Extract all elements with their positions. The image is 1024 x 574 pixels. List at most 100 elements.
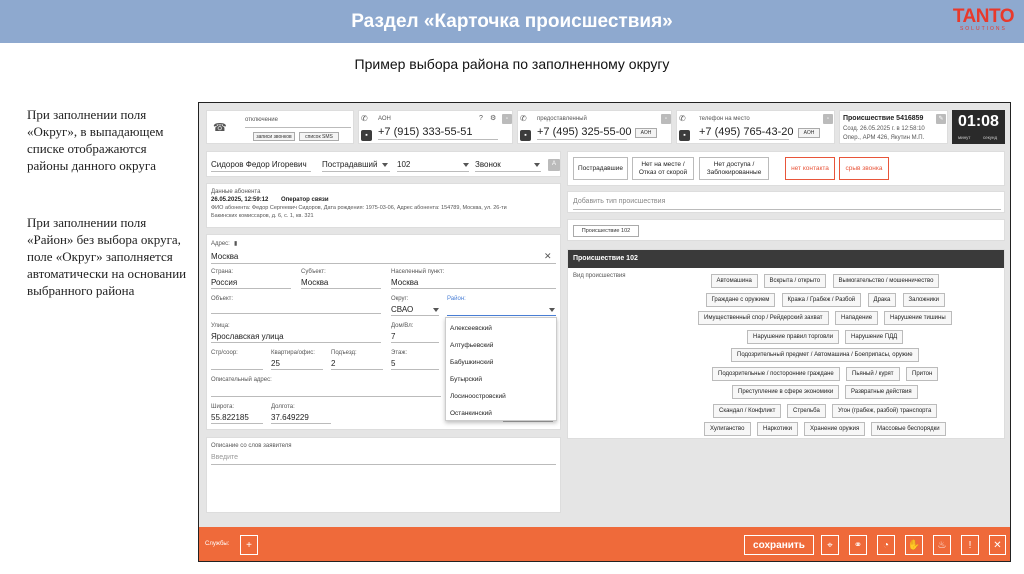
message-icon[interactable]: ▪ bbox=[361, 130, 372, 141]
incident-kind-tag[interactable]: Преступление в сфере экономики bbox=[732, 385, 840, 399]
phone-number[interactable]: +7 (495) 325-55-00 bbox=[537, 126, 631, 138]
incident-kind-tag[interactable]: Нарушение ПДД bbox=[845, 329, 904, 344]
incident-kind-tag[interactable]: Заложники bbox=[902, 292, 945, 307]
message-icon[interactable]: ▪ bbox=[520, 130, 531, 141]
flat-field[interactable]: 25 bbox=[271, 359, 280, 368]
statement-input[interactable]: Введите bbox=[211, 454, 238, 461]
sms-list-button[interactable]: список SMS bbox=[299, 132, 339, 141]
chevron-down-icon[interactable] bbox=[382, 163, 388, 167]
aon-button[interactable]: АОН bbox=[798, 128, 820, 138]
country-field[interactable]: Россия bbox=[211, 278, 237, 287]
link-icon[interactable]: ⚭ bbox=[849, 535, 867, 555]
chevron-down-icon[interactable] bbox=[463, 163, 469, 167]
subject-label: Субъект: bbox=[301, 269, 326, 275]
incident-kind-tag[interactable]: Наркотики bbox=[757, 422, 798, 436]
lon-field[interactable]: 37.649229 bbox=[271, 413, 309, 422]
city-field[interactable]: Москва bbox=[391, 278, 418, 287]
person-name[interactable]: Сидоров Федор Игоревич bbox=[211, 160, 307, 169]
district-option[interactable]: Останкинский bbox=[450, 410, 492, 417]
city-label: Населенный пункт: bbox=[391, 269, 445, 275]
add-service-button[interactable]: + bbox=[240, 535, 258, 555]
house-field[interactable]: 7 bbox=[391, 332, 395, 341]
phone-number[interactable]: +7 (915) 333-55-51 bbox=[378, 126, 472, 138]
floor-field[interactable]: 5 bbox=[391, 359, 395, 368]
message-icon[interactable]: ▪ bbox=[679, 130, 690, 141]
incident-kind-tag[interactable]: Массовые беспорядки bbox=[871, 422, 946, 436]
incident-kind-tag[interactable]: Нарушение тишины bbox=[884, 311, 952, 325]
close-icon[interactable]: ✕ bbox=[989, 535, 1006, 555]
district-option[interactable]: Бутырский bbox=[450, 376, 482, 383]
settings-icon[interactable]: ⚙ bbox=[490, 114, 496, 124]
map-icon[interactable]: ▮ bbox=[234, 239, 237, 249]
building-label: Стр/соор: bbox=[211, 350, 238, 356]
no-contact-button[interactable]: нет контакта bbox=[785, 157, 835, 180]
entrance-field[interactable]: 2 bbox=[331, 359, 335, 368]
chevron-down-icon[interactable] bbox=[534, 163, 540, 167]
incident-kind-tag[interactable]: Вымогательство / мошенничество bbox=[832, 274, 940, 288]
chevron-down-icon[interactable] bbox=[549, 308, 555, 312]
incident-kind-tag[interactable]: Вскрыта / открыто bbox=[763, 274, 827, 288]
alert-message-icon[interactable]: ! bbox=[961, 535, 979, 555]
incident-kind-tag[interactable]: Кража / Грабеж / Разбой bbox=[781, 292, 862, 307]
rayon-select[interactable] bbox=[447, 315, 556, 316]
subject-field[interactable]: Москва bbox=[301, 278, 328, 287]
hand-icon[interactable]: ✋ bbox=[905, 535, 923, 555]
incident-kind-tag[interactable]: Подозрительные / посторонние граждане bbox=[712, 366, 840, 381]
incident-kind-tag[interactable]: Граждане с оружием bbox=[705, 292, 776, 307]
brand-logo: TANTO SOLUTIONS bbox=[952, 6, 1015, 32]
alarm-icon[interactable]: ♨ bbox=[933, 535, 951, 555]
copy-icon[interactable]: ▫ bbox=[823, 114, 833, 124]
district-option[interactable]: Алтуфьевский bbox=[450, 342, 493, 349]
call-dropped-button[interactable]: срыв звонка bbox=[839, 157, 889, 180]
chevron-down-icon[interactable] bbox=[433, 308, 439, 312]
incident-kind-tag[interactable]: Подозрительный предмет / Автомашина / Бо… bbox=[731, 348, 919, 362]
add-type-input[interactable]: Добавить тип происшествия bbox=[573, 198, 665, 205]
incident-kind-tag[interactable]: Скандал / Конфликт bbox=[713, 403, 782, 418]
okrug-select[interactable]: СВАО bbox=[391, 305, 413, 314]
incident-kind-tag[interactable]: Драка bbox=[867, 292, 897, 307]
phone-label: АОН bbox=[378, 116, 391, 122]
incident-kind-tag[interactable]: Хулиганство bbox=[704, 422, 751, 436]
edit-icon[interactable]: ✎ bbox=[936, 114, 946, 124]
help-icon[interactable]: ? bbox=[479, 114, 483, 124]
incident-kind-tag[interactable]: Угон (грабеж, разбой) транспорта bbox=[832, 403, 938, 418]
translate-icon[interactable]: A bbox=[548, 159, 560, 171]
incident-kind-tag[interactable]: Нарушение правил торговли bbox=[747, 329, 840, 344]
incident-kind-tag[interactable]: Пьяный / курят bbox=[846, 366, 900, 381]
district-option[interactable]: Бабушкинский bbox=[450, 359, 493, 366]
copy-icon[interactable]: ▫ bbox=[502, 114, 512, 124]
district-dropdown[interactable]: Алексеевский Алтуфьевский Бабушкинский Б… bbox=[445, 317, 557, 421]
incident-kind-tag[interactable]: Притон bbox=[906, 366, 939, 381]
incident-kind-tag[interactable]: Развратные действия bbox=[845, 385, 918, 399]
district-option[interactable]: Алексеевский bbox=[450, 325, 492, 332]
aon-button[interactable]: АОН bbox=[635, 128, 657, 138]
person-role[interactable]: Пострадавший bbox=[322, 160, 377, 169]
page-title: Раздел «Карточка происшествия» bbox=[351, 11, 673, 32]
absent-refusal-button[interactable]: Нет на месте / Отказ от скорой bbox=[632, 157, 694, 180]
close-icon[interactable]: ✕ bbox=[544, 251, 552, 261]
tab-incident-102[interactable]: Происшествие 102 bbox=[573, 225, 639, 237]
slide: Раздел «Карточка происшествия» TANTO SOL… bbox=[0, 0, 1024, 574]
incident-kind-tag[interactable]: Хранение оружия bbox=[804, 422, 866, 436]
copy-icon[interactable]: ▫ bbox=[661, 114, 671, 124]
district-option[interactable]: Лосиноостровский bbox=[450, 393, 506, 400]
incident-kind-tag[interactable]: Автомашина bbox=[710, 274, 758, 288]
call-records-button[interactable]: записи звонков bbox=[253, 132, 295, 141]
address-input[interactable]: Москва bbox=[211, 252, 238, 261]
logo-text: TANTO bbox=[952, 6, 1015, 27]
incident-kind-tag[interactable]: Стрельба bbox=[787, 403, 826, 418]
phone-hangup-icon[interactable]: ☎ bbox=[213, 123, 227, 134]
street-field[interactable]: Ярославская улица bbox=[211, 332, 284, 341]
person-num[interactable]: 102 bbox=[397, 160, 410, 169]
incident-kind-tag[interactable]: Имущественный спор / Рейдерский захват bbox=[698, 311, 829, 325]
save-button[interactable]: сохранить bbox=[744, 535, 814, 555]
no-access-button[interactable]: Нет доступа / Заблокированные bbox=[699, 157, 769, 180]
victims-button[interactable]: Пострадавшие bbox=[573, 157, 628, 180]
person-type[interactable]: Звонок bbox=[475, 160, 501, 169]
incident-kind-tag[interactable]: Нападение bbox=[835, 311, 879, 325]
lat-field[interactable]: 55.822185 bbox=[211, 413, 249, 422]
phone-number[interactable]: +7 (495) 765-43-20 bbox=[699, 126, 793, 138]
stopwatch-icon[interactable]: ◔ bbox=[877, 535, 895, 555]
phone-icon: ✆ bbox=[679, 114, 686, 123]
location-pin-icon[interactable]: ⌖ bbox=[821, 535, 839, 555]
